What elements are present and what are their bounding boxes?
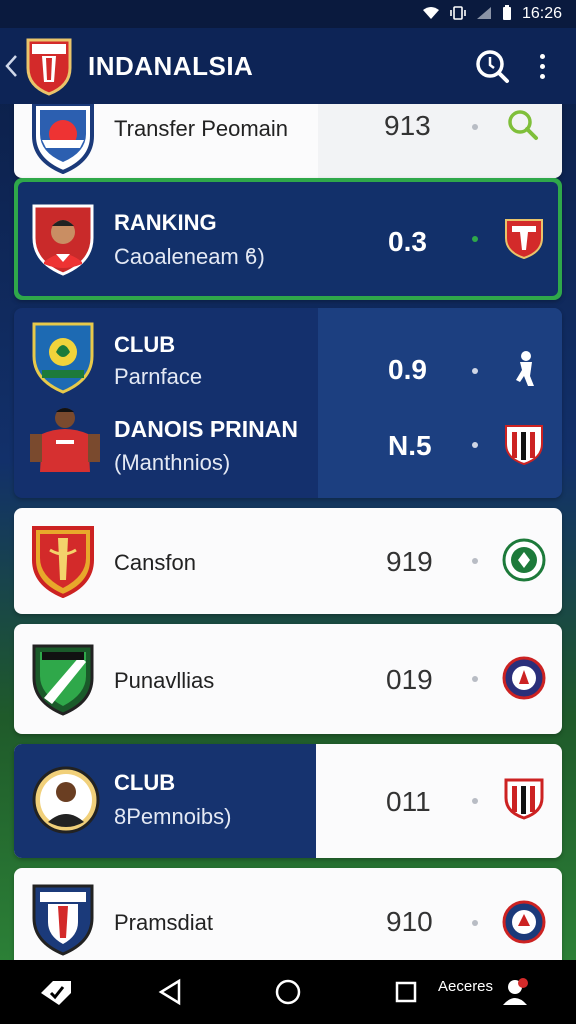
club-badge-icon [502,900,546,944]
indicator-dot [472,124,478,130]
item-subtitle: Parnface [114,364,203,389]
tag-check-icon [41,981,71,1005]
status-bar: 16:26 [0,0,576,28]
navigation-bar: Aeceres [0,960,576,1024]
item-value: 019 [386,664,433,695]
item-value: 919 [386,546,433,577]
list-item-ranking[interactable]: RANKING Caoaleneam ϐ) 0.3 [14,178,562,300]
back-icon[interactable] [0,28,22,104]
indicator-dot [472,920,478,926]
account-icon [503,978,528,1005]
player-avatar-icon [30,408,100,472]
club-crest-icon [32,322,94,394]
app-title: INDANALSIA [88,50,254,81]
club-crest-icon [32,644,94,716]
club-badge-icon [505,425,543,466]
app-logo-icon [24,36,74,96]
indicator-dot [472,676,478,682]
item-title: CLUB [114,770,176,795]
status-time: 16:26 [521,5,562,22]
item-label: Transfer Peomain [114,116,289,141]
item-value: N.5 [388,430,432,461]
player-avatar-icon [32,766,100,834]
search-icon[interactable] [502,104,546,148]
more-dot-icon [539,63,545,69]
indicator-dot [472,236,478,242]
recents-square-icon [395,981,417,1003]
more-options-button[interactable] [520,38,564,94]
account-button[interactable] [498,976,532,1008]
list-item[interactable]: Pramsdiat 910 [14,868,562,960]
item-label: Cansfon [114,550,196,575]
item-label: Punavllias [114,668,215,693]
item-title: RANKING [114,210,217,235]
search-button[interactable] [464,38,520,94]
list-item[interactable]: Punavllias 019 [14,624,562,734]
club-list: Transfer Peomain 913 RANKING Caoaleneam … [0,104,576,960]
more-dot-icon [539,73,545,79]
search-icon [476,50,509,83]
club-badge-icon [505,219,543,260]
item-value: 0.9 [388,354,427,385]
item-value: 0.3 [388,226,427,257]
item-value: 011 [386,786,431,817]
app-bar: INDANALSIA [0,28,576,104]
wifi-icon [422,6,440,23]
item-subtitle: 8Pemnoibs) [114,804,232,829]
nav-label[interactable]: Aeceres [438,978,493,995]
back-triangle-icon [158,978,181,1006]
list-item-club-group[interactable]: CLUB Parnface 0.9 DANOIS PRINAN (Manthni… [14,308,562,498]
player-silhouette-icon [516,351,534,386]
club-crest-icon [32,104,94,174]
list-item[interactable]: Cansfon 919 [14,508,562,614]
home-circle-icon [275,979,301,1005]
item-title: CLUB [114,332,176,357]
club-badge-icon [502,538,546,582]
club-crest-icon [32,884,94,956]
indicator-dot [472,798,478,804]
signal-icon [476,6,492,23]
vibrate-icon [450,5,466,24]
more-dot-icon [539,53,545,59]
battery-icon [502,4,512,24]
item-label: Pramsdiat [114,910,214,935]
item-subtitle: (Manthnios) [114,450,231,475]
club-badge-icon [502,656,546,700]
list-item[interactable]: Transfer Peomain 913 [14,104,562,178]
item-value: 910 [386,906,433,937]
item-value: 913 [384,110,431,141]
tag-button[interactable] [36,974,76,1010]
list-item-club[interactable]: CLUB 8Pemnoibs) 011 [14,744,562,858]
club-badge-icon [504,778,544,820]
player-avatar-icon [32,204,94,276]
indicator-dot [472,442,478,448]
item-subtitle: Caoaleneam ϐ) [114,244,265,269]
indicator-dot [472,558,478,564]
indicator-dot [472,368,478,374]
back-button[interactable] [152,974,188,1010]
club-crest-icon [32,526,94,598]
item-title: DANOIS PRINAN [114,416,299,442]
recents-button[interactable] [388,974,424,1010]
home-button[interactable] [270,974,306,1010]
